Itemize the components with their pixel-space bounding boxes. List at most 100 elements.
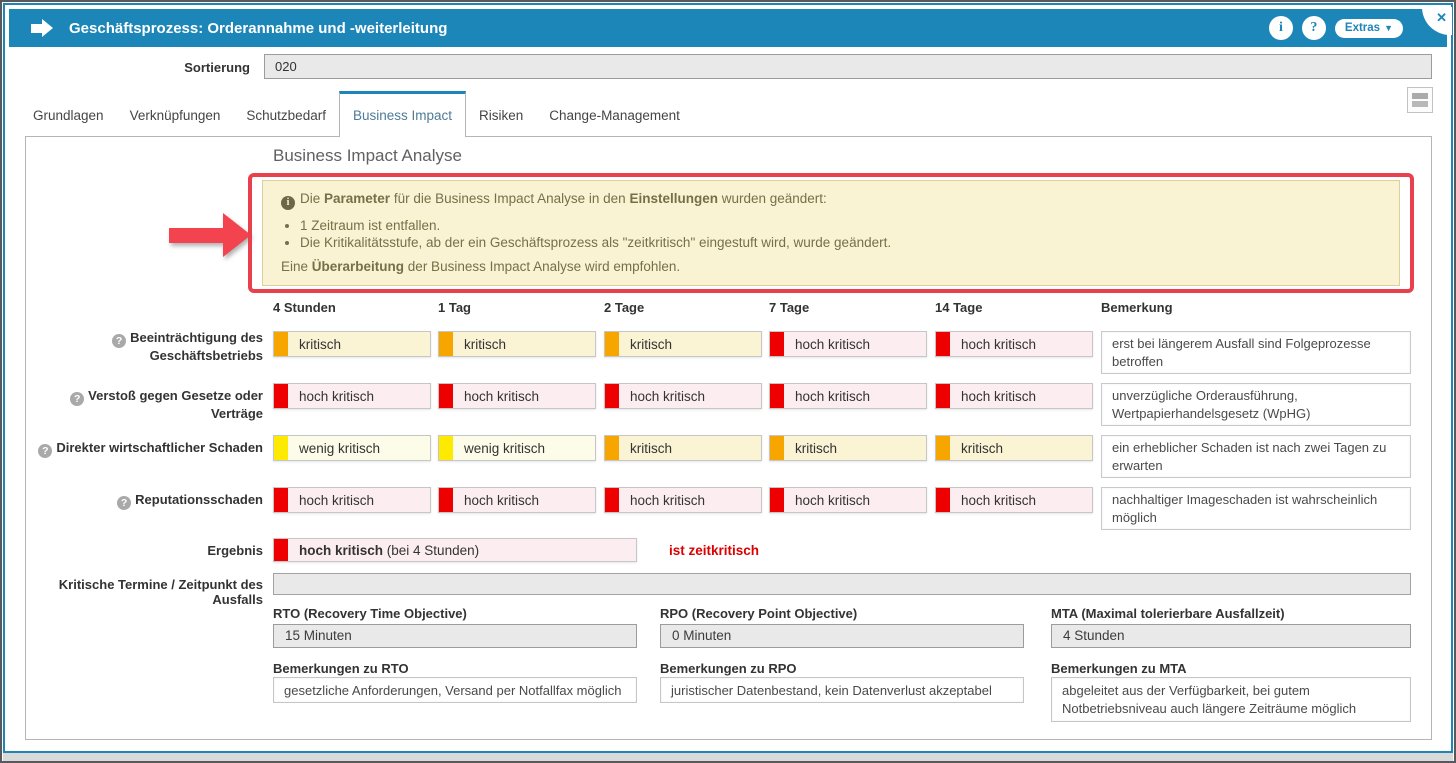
kritische-termine-label: Kritische Termine / Zeitpunkt des Ausfal…	[26, 577, 263, 607]
criticality-indicator	[770, 436, 784, 460]
sortierung-field[interactable]: 020	[264, 54, 1432, 79]
tab-schutzbedarf[interactable]: Schutzbedarf	[233, 94, 339, 137]
impact-cell[interactable]: hoch kritisch	[604, 383, 762, 409]
criticality-indicator	[439, 436, 453, 460]
title-bar: Geschäftsprozess: Orderannahme und -weit…	[9, 9, 1447, 47]
impact-cell[interactable]: hoch kritisch	[769, 487, 927, 513]
zeitkritisch-flag: ist zeitkritisch	[669, 543, 759, 558]
criticality-indicator	[605, 384, 619, 408]
criticality-indicator	[274, 436, 288, 460]
remark-field[interactable]: unverzügliche Orderausführung, Wertpapie…	[1101, 383, 1411, 426]
impact-cell[interactable]: hoch kritisch	[273, 487, 431, 513]
impact-cell[interactable]: kritisch	[935, 435, 1093, 461]
rpo-label: RPO (Recovery Point Objective)	[660, 606, 1024, 621]
info-icon: i	[281, 196, 295, 210]
remark-field[interactable]: nachhaltiger Imageschaden ist wahrschein…	[1101, 487, 1411, 530]
row-label: ?Direkter wirtschaftlicher Schaden	[26, 440, 263, 458]
row-label: ?Beeinträchtigung des Geschäftsbetriebs	[26, 330, 263, 364]
col-header: 2 Tage	[604, 300, 644, 315]
alert-bullet: 1 Zeitraum ist entfallen.	[300, 218, 1381, 233]
row-label: ?Reputationsschaden	[26, 492, 263, 510]
impact-cell[interactable]: hoch kritisch	[935, 331, 1093, 357]
impact-cell[interactable]: hoch kritisch	[769, 383, 927, 409]
criticality-indicator	[936, 384, 950, 408]
impact-cell[interactable]: hoch kritisch	[935, 383, 1093, 409]
impact-cell[interactable]: wenig kritisch	[273, 435, 431, 461]
help-icon[interactable]: ?	[112, 334, 126, 348]
tab-verknuepfungen[interactable]: Verknüpfungen	[117, 94, 234, 137]
tab-risiken[interactable]: Risiken	[466, 94, 536, 137]
tab-change-management[interactable]: Change-Management	[536, 94, 693, 137]
col-header: Bemerkung	[1101, 300, 1173, 315]
result-label: Ergebnis	[26, 543, 263, 558]
section-heading: Business Impact Analyse	[273, 146, 462, 166]
alert-bullet-list: 1 Zeitraum ist entfallen. Die Kritikalit…	[287, 218, 1381, 250]
impact-cell[interactable]: hoch kritisch	[273, 383, 431, 409]
help-icon[interactable]: ?	[70, 392, 84, 406]
remark-field[interactable]: ein erheblicher Schaden ist nach zwei Ta…	[1101, 435, 1411, 478]
help-icon[interactable]: ?	[117, 496, 131, 510]
rpo-remark-field[interactable]: juristischer Datenbestand, kein Datenver…	[660, 677, 1024, 703]
criticality-indicator	[274, 539, 288, 561]
sortierung-label: Sortierung	[2, 60, 250, 75]
window-bottom-strip	[3, 753, 1453, 761]
criticality-indicator	[439, 332, 453, 356]
chevron-down-icon: ▼	[1384, 24, 1393, 33]
impact-cell[interactable]: hoch kritisch	[935, 487, 1093, 513]
impact-cell[interactable]: kritisch	[438, 331, 596, 357]
rpo-field[interactable]: 0 Minuten	[660, 624, 1024, 648]
mta-remark-label: Bemerkungen zu MTA	[1051, 661, 1411, 676]
criticality-indicator	[770, 488, 784, 512]
col-header: 4 Stunden	[273, 300, 336, 315]
list-view-icon[interactable]	[1407, 87, 1433, 113]
mta-field[interactable]: 4 Stunden	[1051, 624, 1411, 648]
result-value: hoch kritisch (bei 4 Stunden)	[273, 538, 637, 562]
rto-field[interactable]: 15 Minuten	[273, 624, 637, 648]
criticality-indicator	[274, 488, 288, 512]
tab-content-panel: Business Impact Analyse iDie Parameter f…	[25, 136, 1432, 740]
table-row: ?Verstoß gegen Gesetze oder Verträge hoc…	[26, 383, 1431, 427]
impact-cell[interactable]: hoch kritisch	[604, 487, 762, 513]
rpo-remark-label: Bemerkungen zu RPO	[660, 661, 1024, 676]
table-row: ?Beeinträchtigung des Geschäftsbetriebs …	[26, 331, 1431, 375]
impact-cell[interactable]: hoch kritisch	[438, 383, 596, 409]
criticality-indicator	[439, 488, 453, 512]
table-row: ?Direkter wirtschaftlicher Schaden wenig…	[26, 435, 1431, 479]
impact-cell[interactable]: kritisch	[604, 435, 762, 461]
mta-label: MTA (Maximal tolerierbare Ausfallzeit)	[1051, 606, 1411, 621]
close-icon[interactable]: ✕	[1436, 10, 1447, 26]
impact-cell[interactable]: hoch kritisch	[769, 331, 927, 357]
tab-business-impact[interactable]: Business Impact	[339, 91, 466, 137]
criticality-indicator	[605, 436, 619, 460]
col-header: 7 Tage	[769, 300, 809, 315]
impact-cell[interactable]: hoch kritisch	[438, 487, 596, 513]
criticality-indicator	[274, 332, 288, 356]
criticality-indicator	[605, 488, 619, 512]
criticality-indicator	[936, 436, 950, 460]
criticality-indicator	[439, 384, 453, 408]
kritische-termine-field[interactable]	[273, 573, 1411, 595]
alert-footer: Eine Überarbeitung der Business Impact A…	[281, 259, 1381, 274]
criticality-indicator	[770, 384, 784, 408]
extras-button[interactable]: Extras▼	[1335, 19, 1403, 38]
criticality-indicator	[274, 384, 288, 408]
impact-cell[interactable]: kritisch	[273, 331, 431, 357]
impact-cell[interactable]: kritisch	[769, 435, 927, 461]
rto-remark-label: Bemerkungen zu RTO	[273, 661, 637, 676]
help-icon[interactable]: ?	[38, 444, 52, 458]
info-icon[interactable]: i	[1269, 16, 1293, 40]
help-icon[interactable]: ?	[1302, 16, 1326, 40]
rto-remark-field[interactable]: gesetzliche Anforderungen, Versand per N…	[273, 677, 637, 703]
criticality-indicator	[936, 488, 950, 512]
impact-cell[interactable]: wenig kritisch	[438, 435, 596, 461]
alert-line1: iDie Parameter für die Business Impact A…	[281, 191, 1381, 210]
red-annotation-arrow	[169, 213, 251, 257]
col-header: 1 Tag	[438, 300, 471, 315]
process-arrow-icon	[31, 19, 53, 37]
app-window: Geschäftsprozess: Orderannahme und -weit…	[0, 0, 1456, 763]
tab-bar: Grundlagen Verknüpfungen Schutzbedarf Bu…	[20, 94, 693, 137]
tab-grundlagen[interactable]: Grundlagen	[20, 94, 117, 137]
impact-cell[interactable]: kritisch	[604, 331, 762, 357]
mta-remark-field[interactable]: abgeleitet aus der Verfügbarkeit, bei gu…	[1051, 677, 1411, 722]
remark-field[interactable]: erst bei längerem Ausfall sind Folgeproz…	[1101, 331, 1411, 374]
